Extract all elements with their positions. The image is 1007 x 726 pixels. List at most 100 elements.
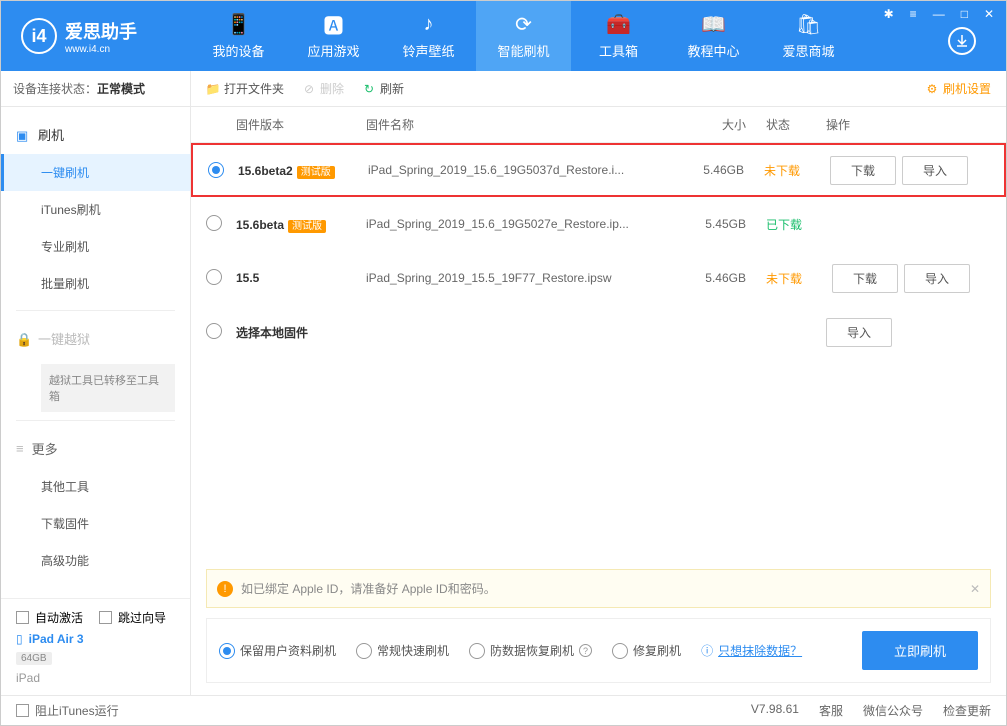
maximize-icon[interactable]: □	[957, 5, 972, 23]
close-notice-icon[interactable]: ✕	[970, 582, 980, 596]
device-name[interactable]: iPad Air 3	[29, 632, 84, 646]
main-panel: 📁 打开文件夹 ⊘ 删除 ↻ 刷新 ⚙ 刷机设置 固件版本 固件名称 大小 状态…	[191, 71, 1006, 695]
device-type: iPad	[16, 671, 175, 685]
nav-tab-0[interactable]: 📱我的设备	[191, 1, 286, 71]
folder-icon: 📁	[206, 82, 220, 96]
sidebar-item-more-0[interactable]: 其他工具	[1, 468, 190, 505]
app-title: 爱思助手	[65, 18, 137, 44]
gear-icon: ⚙	[925, 82, 939, 96]
logo: i4 爱思助手 www.i4.cn	[1, 18, 191, 55]
flash-options: 保留用户资料刷机 常规快速刷机 防数据恢复刷机 ? 修复刷机 ⓘ 只想抹除数据？…	[206, 618, 991, 683]
footer: 阻止iTunes运行 V7.98.61 客服 微信公众号 检查更新	[1, 695, 1006, 725]
block-itunes-checkbox[interactable]	[16, 704, 29, 717]
beta-badge: 测试版	[297, 166, 335, 179]
download-indicator-icon[interactable]	[948, 27, 976, 55]
connection-status: 设备连接状态： 正常模式	[1, 71, 190, 107]
firmware-row[interactable]: 15.6beta测试版 iPad_Spring_2019_15.6_19G502…	[191, 197, 1006, 251]
app-url: www.i4.cn	[65, 44, 137, 55]
firmware-radio[interactable]	[206, 323, 222, 339]
sidebar-more[interactable]: ≡ 更多	[1, 429, 190, 468]
beta-badge: 测试版	[288, 220, 326, 233]
hamburger-icon: ≡	[16, 441, 24, 456]
jailbreak-note: 越狱工具已转移至工具箱	[41, 364, 175, 412]
block-itunes-label: 阻止iTunes运行	[35, 702, 119, 719]
nav-icon: 🧰	[607, 13, 631, 37]
nav-tab-4[interactable]: 🧰工具箱	[571, 1, 666, 71]
sidebar-item-flash-0[interactable]: 一键刷机	[1, 154, 190, 191]
option-keep-data[interactable]: 保留用户资料刷机	[219, 642, 336, 659]
import-button[interactable]: 导入	[902, 156, 968, 185]
delete-button: ⊘ 删除	[302, 80, 344, 97]
wechat-link[interactable]: 微信公众号	[863, 702, 923, 719]
nav-icon: 📱	[227, 13, 251, 37]
list-icon[interactable]: ≡	[906, 5, 921, 23]
version-label: V7.98.61	[751, 702, 799, 719]
flash-now-button[interactable]: 立即刷机	[862, 631, 978, 670]
download-button[interactable]: 下载	[830, 156, 896, 185]
table-header: 固件版本 固件名称 大小 状态 操作	[191, 107, 1006, 143]
firmware-row[interactable]: 选择本地固件 导入	[191, 305, 1006, 359]
firmware-radio[interactable]	[206, 215, 222, 231]
nav-tab-1[interactable]: 🅰应用游戏	[286, 1, 381, 71]
nav-icon: 📖	[702, 13, 726, 37]
sidebar-jailbreak: 🔒 一键越狱	[1, 319, 190, 358]
flash-settings-button[interactable]: ⚙ 刷机设置	[925, 80, 991, 97]
notice-bar: ! 如已绑定 Apple ID，请准备好 Apple ID和密码。 ✕	[206, 569, 991, 608]
option-normal[interactable]: 常规快速刷机	[356, 642, 449, 659]
lock-icon: 🔒	[16, 332, 30, 346]
firmware-row[interactable]: 15.6beta2测试版 iPad_Spring_2019_15.6_19G50…	[191, 143, 1006, 197]
toolbar: 📁 打开文件夹 ⊘ 删除 ↻ 刷新 ⚙ 刷机设置	[191, 71, 1006, 107]
logo-icon: i4	[21, 18, 57, 54]
tablet-icon: ▯	[16, 632, 23, 646]
delete-icon: ⊘	[302, 82, 316, 96]
notice-text: 如已绑定 Apple ID，请准备好 Apple ID和密码。	[241, 580, 496, 597]
sidebar-item-flash-2[interactable]: 专业刷机	[1, 228, 190, 265]
firmware-row[interactable]: 15.5 iPad_Spring_2019_15.5_19F77_Restore…	[191, 251, 1006, 305]
nav-icon: 🅰	[322, 13, 346, 37]
nav-tab-3[interactable]: ⟳智能刷机	[476, 1, 571, 71]
option-repair[interactable]: 修复刷机	[612, 642, 681, 659]
download-button[interactable]: 下载	[832, 264, 898, 293]
help-icon[interactable]: ?	[579, 644, 592, 657]
info-icon: ⓘ	[701, 642, 713, 659]
refresh-icon: ↻	[362, 82, 376, 96]
nav-icon: 🛍	[797, 13, 821, 37]
nav-tab-6[interactable]: 🛍爱思商城	[761, 1, 856, 71]
col-status: 状态	[746, 116, 826, 133]
sidebar-flash-title[interactable]: ▣ 刷机	[1, 115, 190, 154]
import-button[interactable]: 导入	[904, 264, 970, 293]
sidebar-item-more-2[interactable]: 高级功能	[1, 542, 190, 579]
erase-link[interactable]: ⓘ 只想抹除数据？	[701, 642, 802, 659]
nav-icon: ♪	[417, 13, 441, 37]
sidebar-item-flash-3[interactable]: 批量刷机	[1, 265, 190, 302]
close-icon[interactable]: ✕	[980, 5, 998, 23]
service-link[interactable]: 客服	[819, 702, 843, 719]
open-folder-button[interactable]: 📁 打开文件夹	[206, 80, 284, 97]
phone-icon: ▣	[16, 128, 30, 142]
auto-activate-checkbox[interactable]	[16, 611, 29, 624]
update-link[interactable]: 检查更新	[943, 702, 991, 719]
nav-tab-5[interactable]: 📖教程中心	[666, 1, 761, 71]
skip-guide-checkbox[interactable]	[99, 611, 112, 624]
menu-icon[interactable]: ✱	[880, 5, 898, 23]
refresh-button[interactable]: ↻ 刷新	[362, 80, 404, 97]
col-name: 固件名称	[366, 116, 671, 133]
option-recover[interactable]: 防数据恢复刷机 ?	[469, 642, 592, 659]
nav-icon: ⟳	[512, 13, 536, 37]
col-action: 操作	[826, 116, 991, 133]
warning-icon: !	[217, 581, 233, 597]
firmware-radio[interactable]	[208, 162, 224, 178]
app-header: i4 爱思助手 www.i4.cn 📱我的设备🅰应用游戏♪铃声壁纸⟳智能刷机🧰工…	[1, 1, 1006, 71]
minimize-icon[interactable]: —	[929, 5, 949, 23]
storage-badge: 64GB	[16, 652, 52, 665]
sidebar-item-more-1[interactable]: 下载固件	[1, 505, 190, 542]
col-size: 大小	[671, 116, 746, 133]
nav-tab-2[interactable]: ♪铃声壁纸	[381, 1, 476, 71]
device-info: 自动激活 跳过向导 ▯ iPad Air 3 64GB iPad	[1, 598, 190, 695]
window-controls: ✱ ≡ — □ ✕	[880, 5, 998, 23]
firmware-radio[interactable]	[206, 269, 222, 285]
import-button[interactable]: 导入	[826, 318, 892, 347]
sidebar-item-flash-1[interactable]: iTunes刷机	[1, 191, 190, 228]
col-version: 固件版本	[236, 116, 366, 133]
sidebar: 设备连接状态： 正常模式 ▣ 刷机 一键刷机iTunes刷机专业刷机批量刷机 🔒…	[1, 71, 191, 695]
